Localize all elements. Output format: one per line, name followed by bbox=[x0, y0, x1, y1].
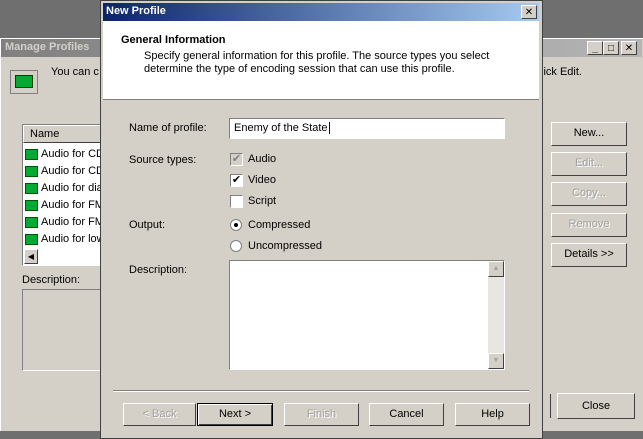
list-header-name[interactable]: Name bbox=[23, 125, 101, 143]
profiles-list[interactable]: Name Audio for CD Audio for CD Audio for… bbox=[22, 124, 105, 266]
copy-button[interactable]: Copy... bbox=[551, 182, 627, 206]
profile-icon bbox=[10, 70, 38, 94]
back-button[interactable]: < Back bbox=[123, 403, 196, 426]
close-button[interactable]: Close bbox=[557, 393, 635, 419]
help-button[interactable]: Help bbox=[455, 403, 530, 426]
compressed-label: Compressed bbox=[248, 219, 311, 231]
description-label: Description: bbox=[129, 264, 188, 276]
dialog-title: New Profile bbox=[106, 5, 166, 17]
list-item[interactable]: Audio for CD bbox=[23, 163, 105, 180]
section-desc-line-1: Specify general information for this pro… bbox=[144, 50, 490, 62]
audio-checkbox[interactable]: ✔ bbox=[230, 153, 243, 166]
description-scrollbar[interactable]: ▲ ▼ bbox=[488, 261, 504, 369]
video-label: Video bbox=[248, 174, 276, 186]
compressed-radio[interactable] bbox=[230, 219, 242, 231]
finish-button[interactable]: Finish bbox=[284, 403, 359, 426]
manage-intro-text-right: lick Edit. bbox=[541, 66, 582, 78]
audio-profile-icon bbox=[25, 233, 38, 245]
next-button[interactable]: Next > bbox=[197, 403, 273, 426]
audio-profile-icon bbox=[25, 165, 38, 177]
section-desc-line-2: determine the type of encoding session t… bbox=[144, 63, 455, 75]
script-label: Script bbox=[248, 195, 277, 207]
uncompressed-label: Uncompressed bbox=[248, 240, 322, 252]
script-checkbox[interactable] bbox=[230, 195, 243, 208]
scroll-up-button[interactable]: ▲ bbox=[488, 261, 504, 277]
video-checkbox[interactable]: ✔ bbox=[230, 174, 243, 187]
list-item[interactable]: Audio for dia bbox=[23, 180, 105, 197]
list-item[interactable]: Audio for FM bbox=[23, 214, 105, 231]
details-button[interactable]: Details >> bbox=[551, 243, 627, 267]
section-title: General Information bbox=[121, 34, 226, 46]
maximize-button[interactable]: □ bbox=[603, 41, 619, 55]
source-types-label: Source types: bbox=[129, 154, 197, 166]
name-label: Name of profile: bbox=[129, 122, 207, 134]
new-profile-titlebar[interactable] bbox=[103, 3, 539, 21]
description-textarea[interactable]: ▲ ▼ bbox=[229, 260, 505, 370]
manage-profiles-title: Manage Profiles bbox=[5, 41, 90, 53]
manage-intro-text: You can c bbox=[51, 66, 99, 78]
remove-button[interactable]: Remove bbox=[551, 213, 627, 237]
cancel-button[interactable]: Cancel bbox=[369, 403, 444, 426]
list-item[interactable]: Audio for FM bbox=[23, 197, 105, 214]
footer-separator bbox=[113, 390, 529, 392]
audio-profile-icon bbox=[25, 216, 38, 228]
button-edge bbox=[543, 394, 551, 418]
minimize-button[interactable]: _ bbox=[587, 41, 603, 55]
audio-label: Audio bbox=[248, 153, 277, 165]
list-item[interactable]: Audio for CD bbox=[23, 146, 105, 163]
name-input-value: Enemy of the State bbox=[234, 122, 328, 134]
manage-close-button[interactable]: ✕ bbox=[621, 41, 637, 55]
name-input[interactable]: Enemy of the State bbox=[229, 118, 505, 139]
list-item[interactable]: Audio for low bbox=[23, 231, 105, 248]
uncompressed-radio[interactable] bbox=[230, 240, 242, 252]
audio-profile-icon bbox=[25, 182, 38, 194]
audio-profile-icon bbox=[25, 148, 38, 160]
new-button[interactable]: New... bbox=[551, 122, 627, 146]
manage-description-box bbox=[22, 289, 102, 371]
dialog-close-button[interactable]: ✕ bbox=[521, 5, 537, 19]
edit-button[interactable]: Edit... bbox=[551, 152, 627, 176]
scroll-down-button[interactable]: ▼ bbox=[488, 353, 504, 369]
scroll-left-button[interactable]: ◀ bbox=[24, 249, 38, 264]
manage-description-label: Description: bbox=[22, 274, 81, 286]
output-label: Output: bbox=[129, 219, 166, 231]
audio-profile-icon bbox=[25, 199, 38, 211]
